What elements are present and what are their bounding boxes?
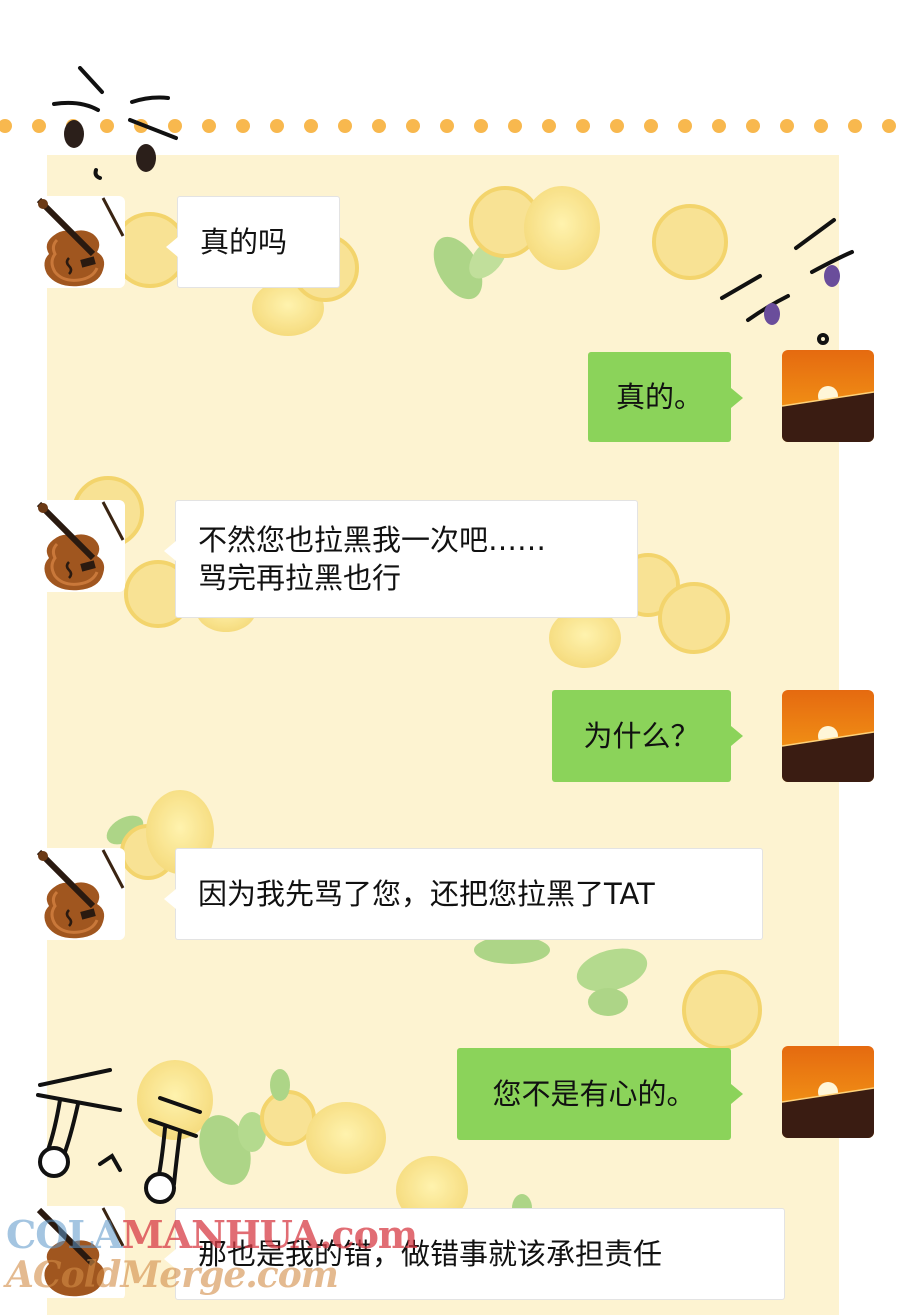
- leaf-icon: [588, 988, 628, 1016]
- message-text: 不然您也拉黑我一次吧…… 骂完再拉黑也行: [198, 523, 547, 595]
- violin-icon: [33, 1206, 125, 1298]
- message-bubble-received: 真的吗: [166, 196, 340, 288]
- lemon-slice-icon: [652, 204, 728, 280]
- violin-avatar[interactable]: [33, 196, 125, 288]
- message-text: 因为我先骂了您，还把您拉黑了TAT: [198, 877, 655, 911]
- message-bubble-received: 因为我先骂了您，还把您拉黑了TAT: [164, 848, 763, 940]
- sunset-icon: [782, 690, 874, 782]
- violin-avatar[interactable]: [33, 848, 125, 940]
- message-bubble-received: 不然您也拉黑我一次吧…… 骂完再拉黑也行: [164, 500, 638, 618]
- message-bubble-sent: 真的。: [588, 352, 743, 442]
- message-bubble-sent: 您不是有心的。: [457, 1048, 743, 1140]
- sunset-icon: [782, 1046, 874, 1138]
- message-text: 那也是我的错，做错事就该承担责任: [198, 1237, 663, 1271]
- message-bubble-received: 那也是我的错，做错事就该承担责任: [164, 1208, 785, 1300]
- leaf-icon: [270, 1069, 290, 1101]
- leaf-icon: [474, 936, 550, 964]
- violin-avatar[interactable]: [33, 1206, 125, 1300]
- lemon-slice-icon: [682, 970, 762, 1050]
- violin-icon: [33, 196, 125, 288]
- sunset-icon: [782, 350, 874, 442]
- doodle-pupils-icon: [64, 120, 156, 172]
- message-text: 为什么？: [583, 719, 700, 753]
- doodle-pupils-icon: [764, 265, 840, 325]
- message-text: 真的。: [615, 380, 703, 414]
- lemon-slice-icon: [658, 582, 730, 654]
- message-text: 您不是有心的。: [492, 1077, 696, 1111]
- violin-avatar[interactable]: [33, 500, 125, 592]
- message-text: 真的吗: [200, 225, 288, 259]
- lemon-decorations: [36, 66, 854, 1224]
- violin-icon: [33, 500, 125, 592]
- lemon-icon: [524, 186, 600, 270]
- lemon-icon: [306, 1102, 386, 1174]
- message-bubble-sent: 为什么？: [552, 690, 743, 782]
- violin-icon: [33, 848, 125, 940]
- sunset-avatar[interactable]: [782, 1046, 874, 1138]
- sunset-avatar[interactable]: [782, 690, 874, 782]
- sunset-avatar[interactable]: [782, 350, 874, 442]
